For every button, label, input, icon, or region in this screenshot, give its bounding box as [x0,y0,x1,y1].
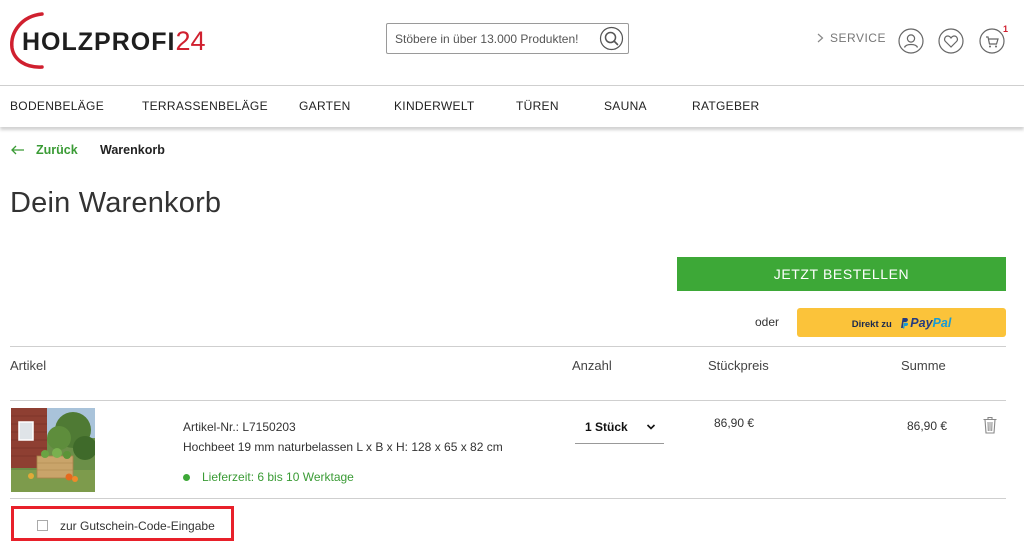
unit-price: 86,90 € [714,416,755,430]
nav-item-sauna[interactable]: SAUNA [604,99,647,113]
cart-count-badge: 1 [1003,24,1009,34]
holzprofi24-logo[interactable]: HOLZPROFI24 [8,10,205,70]
service-menu[interactable]: SERVICE [817,31,886,45]
wishlist-heart-icon[interactable] [938,28,964,54]
back-arrow-icon[interactable] [10,143,26,157]
paypal-checkout-button[interactable]: Direkt zu PayPal [797,308,1006,337]
article-number: Artikel-Nr.: L7150203 [183,420,296,434]
logo-text: HOLZPROFI24 [22,26,205,57]
or-label: oder [755,315,780,329]
quantity-select[interactable]: 1 Stück [575,413,664,444]
chevron-right-icon [817,33,824,43]
voucher-label[interactable]: zur Gutschein-Code-Eingabe [60,519,215,533]
service-label: SERVICE [830,31,886,45]
delivery-time: Lieferzeit: 6 bis 10 Werktage [202,470,354,484]
nav-item-bodenbelaege[interactable]: BODENBELÄGE [10,99,104,113]
column-header-unit-price: Stückpreis [708,358,769,373]
nav-item-tueren[interactable]: TÜREN [516,99,559,113]
product-image[interactable] [11,408,95,492]
main-navigation: BODENBELÄGE TERRASSENBELÄGE GARTEN KINDE… [0,85,1024,127]
nav-item-kinderwelt[interactable]: KINDERWELT [394,99,475,113]
row-sum: 86,90 € [907,419,948,433]
search-input[interactable] [395,29,595,49]
nav-item-terrassenbelaege[interactable]: TERRASSENBELÄGE [142,99,268,113]
column-header-quantity: Anzahl [572,358,612,373]
nav-item-garten[interactable]: GARTEN [299,99,351,113]
breadcrumb-current: Warenkorb [100,143,165,157]
column-header-article: Artikel [10,358,47,373]
divider [10,400,1006,401]
account-icon[interactable] [898,28,924,54]
quantity-value: 1 Stück [585,420,628,434]
order-now-button[interactable]: JETZT BESTELLEN [677,257,1006,291]
column-header-sum: Summe [901,358,946,373]
logo-number: 24 [175,26,206,56]
search-icon[interactable] [599,26,624,51]
divider [10,346,1006,347]
voucher-checkbox[interactable] [37,520,48,531]
trash-icon[interactable] [982,416,998,434]
paypal-prefix: Direkt zu [851,319,892,330]
paypal-logo-pay: Pay [910,316,933,330]
product-name[interactable]: Hochbeet 19 mm naturbelassen L x B x H: … [183,440,503,454]
availability-dot [183,474,190,481]
page-title: Dein Warenkorb [10,187,222,219]
cart-icon[interactable] [979,28,1005,54]
divider [10,498,1006,499]
chevron-down-icon [646,424,656,430]
nav-item-ratgeber[interactable]: RATGEBER [692,99,760,113]
paypal-logo-pal: Pal [932,316,952,330]
logo-brand: HOLZPROFI [22,28,176,56]
back-link[interactable]: Zurück [36,143,78,157]
site-header: HOLZPROFI24 SERVICE 1 [0,0,1024,85]
search-box [386,23,629,54]
paypal-icon [901,318,909,329]
